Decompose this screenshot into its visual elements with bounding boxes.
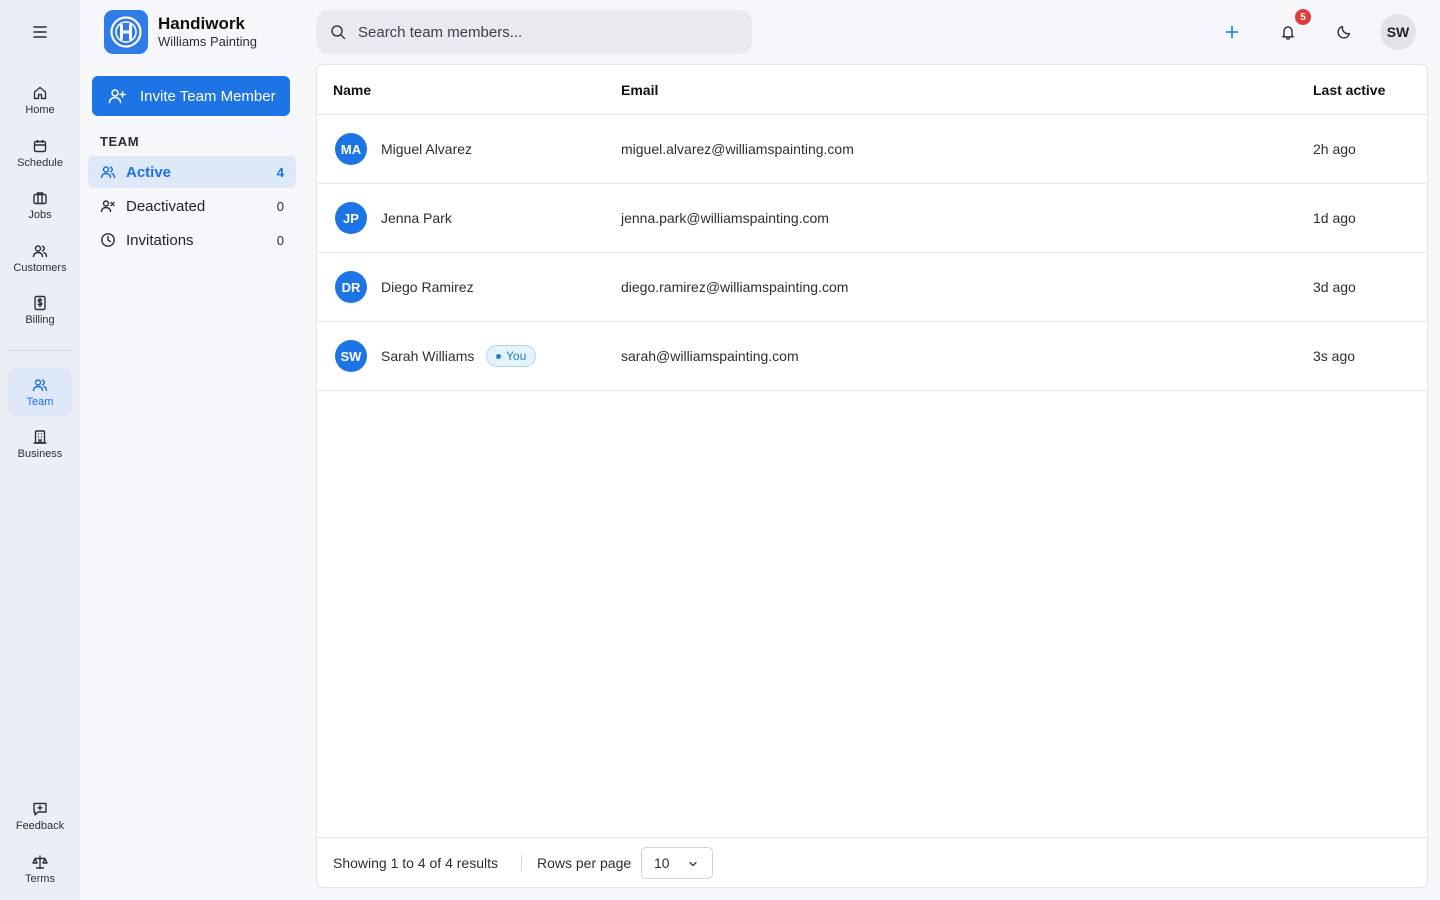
team-filter-count: 4 [276,164,284,180]
rail-item-business[interactable]: Business [8,420,72,468]
team-icon [32,378,48,391]
footer-divider [521,855,522,871]
theme-toggle-button[interactable] [1332,20,1356,44]
add-button[interactable] [1220,20,1244,44]
clock-icon [101,233,115,247]
search-input[interactable] [358,23,738,41]
rail-item-label: Schedule [17,156,63,169]
rail-item-feedback[interactable]: Feedback [8,792,72,840]
column-header-email[interactable]: Email [621,82,658,98]
brand-name: Handiwork [158,14,245,33]
member-email: jenna.park@williamspainting.com [621,210,829,226]
member-last-active: 2h ago [1313,141,1356,157]
calendar-icon [33,139,47,152]
app-rail: Home Schedule Jobs Customers Billing Tea… [0,0,80,900]
brand[interactable]: Handiwork Williams Painting [104,10,257,54]
table-row[interactable]: DR Diego Ramirez diego.ramirez@williamsp… [317,253,1427,322]
rail-item-label: Terms [25,872,55,885]
member-name: Diego Ramirez [381,279,474,295]
user-avatar[interactable]: SW [1380,14,1416,50]
bell-icon [1282,26,1294,40]
table-footer: Showing 1 to 4 of 4 results Rows per pag… [317,837,1427,887]
brand-logo-icon [104,10,148,54]
users-icon [100,166,116,179]
user-x-icon [100,200,115,213]
team-section-title: TEAM [100,134,140,149]
team-table: Name Email Last active MA Miguel Alvarez… [316,64,1428,888]
avatar: JP [335,202,367,234]
team-filter-label: Deactivated [126,197,206,215]
team-filter-label: Active [126,163,172,181]
team-filter-label: Invitations [126,231,194,249]
you-badge: You [486,345,537,367]
member-email: sarah@williamspainting.com [621,348,799,364]
moon-icon [1337,25,1351,39]
table-row[interactable]: MA Miguel Alvarez miguel.alvarez@william… [317,115,1427,184]
user-plus-icon [108,89,126,104]
member-last-active: 3s ago [1313,348,1356,364]
rail-item-label: Home [25,103,55,116]
rail-item-label: Billing [25,313,55,326]
dollar-icon [34,295,46,310]
brand-subtitle: Williams Painting [158,34,257,49]
rail-item-label: Team [26,395,54,408]
member-last-active: 3d ago [1313,279,1356,295]
team-sidebar: Handiwork Williams Painting Invite Team … [80,0,304,900]
plus-icon [1225,25,1239,39]
rail-item-label: Jobs [28,208,52,221]
users-icon [32,244,48,257]
rail-item-schedule[interactable]: Schedule [8,129,72,177]
rail-item-home[interactable]: Home [8,76,72,124]
rail-item-billing[interactable]: Billing [8,286,72,334]
rail-item-label: Customers [13,261,67,274]
chevron-down-icon [689,861,697,867]
team-filter-count: 0 [276,232,284,248]
table-row[interactable]: SW Sarah Williams You sarah@williamspain… [317,322,1427,391]
rows-per-page-select[interactable]: 10 [641,847,713,879]
team-filter-count: 0 [276,198,284,214]
column-header-name[interactable]: Name [333,82,371,98]
invite-button-label: Invite Team Member [140,87,276,105]
avatar: MA [335,133,367,165]
member-name: Jenna Park [381,210,452,226]
rail-item-customers[interactable]: Customers [8,234,72,282]
team-filter-invitations[interactable]: Invitations 0 [88,224,296,256]
search-bar[interactable] [316,10,752,54]
rows-per-page-label: Rows per page [537,855,632,871]
notification-badge: 5 [1294,8,1312,26]
member-email: miguel.alvarez@williamspainting.com [621,141,854,157]
rail-item-label: Business [17,447,63,460]
home-icon [33,86,47,99]
member-last-active: 1d ago [1313,210,1356,226]
rail-item-team[interactable]: Team [8,368,72,416]
avatar: SW [335,340,367,372]
status-dot [496,353,501,359]
table-row[interactable]: JP Jenna Park jenna.park@williamspaintin… [317,184,1427,253]
invite-team-member-button[interactable]: Invite Team Member [92,76,290,116]
member-email: diego.ramirez@williamspainting.com [621,279,849,295]
menu-icon[interactable] [28,20,52,44]
feedback-icon [33,802,47,816]
results-summary: Showing 1 to 4 of 4 results [333,855,498,871]
building-icon [33,429,47,444]
rows-per-page-value: 10 [654,855,670,871]
scale-icon [32,854,48,869]
you-badge-label: You [506,349,527,363]
rail-item-label: Feedback [15,819,65,832]
search-icon [331,25,346,40]
briefcase-icon [33,191,47,204]
member-name: Miguel Alvarez [381,141,473,157]
member-name: Sarah Williams [381,348,475,364]
column-header-last-active[interactable]: Last active [1313,82,1385,98]
team-filter-active[interactable]: Active 4 [88,156,296,188]
table-header: Name Email Last active [317,65,1427,115]
rail-item-jobs[interactable]: Jobs [8,181,72,229]
rail-item-terms[interactable]: Terms [8,845,72,893]
team-filter-deactivated[interactable]: Deactivated 0 [88,190,296,222]
rail-divider [8,350,72,351]
avatar: DR [335,271,367,303]
